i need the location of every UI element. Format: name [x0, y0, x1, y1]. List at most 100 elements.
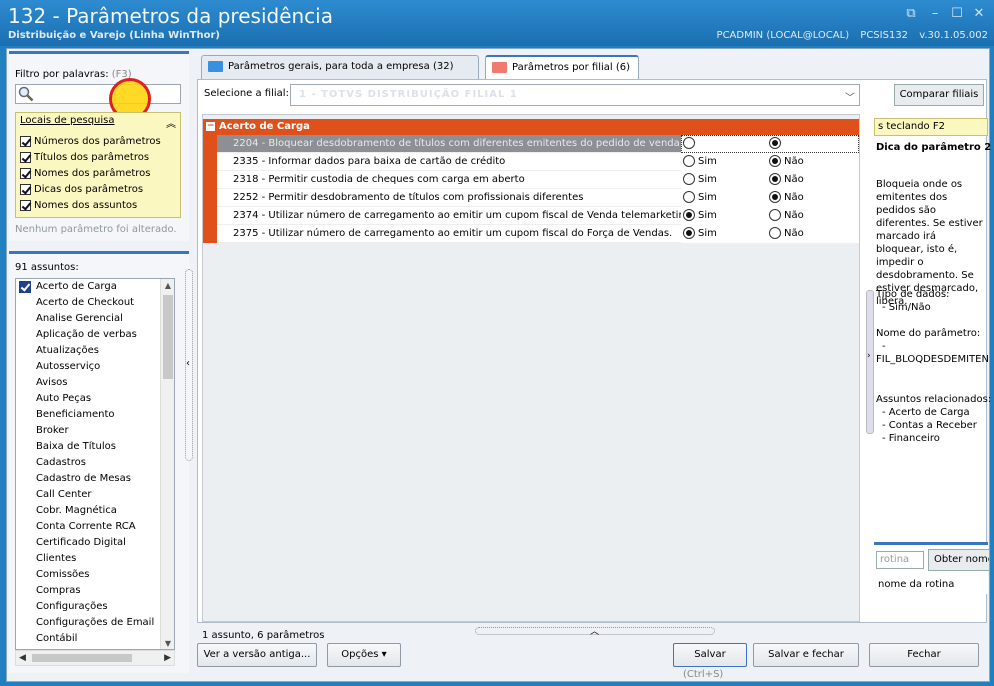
subject-item[interactable]: Autosserviço — [16, 359, 174, 375]
radio-nao[interactable]: Não — [769, 137, 804, 151]
radio-sim[interactable]: Sim — [683, 173, 717, 187]
checkbox-icon[interactable] — [19, 281, 31, 293]
subject-item[interactable]: Configurações — [16, 599, 174, 615]
subject-item[interactable]: Contábil — [16, 631, 174, 647]
left-splitter[interactable]: ‹ — [185, 269, 193, 461]
chevron-right-icon[interactable]: › — [867, 351, 871, 361]
chevron-up-icon[interactable]: ︿ — [590, 624, 599, 637]
minimize-icon[interactable]: – — [926, 6, 944, 22]
location-option[interactable]: Nomes dos parâmetros — [20, 165, 161, 181]
close-button[interactable]: Fechar — [869, 643, 979, 667]
radio-icon[interactable] — [683, 227, 695, 239]
subject-item[interactable]: Comissões — [16, 567, 174, 583]
restore-icon[interactable]: ⧉ — [902, 6, 920, 22]
subject-item[interactable]: Atualizações — [16, 343, 174, 359]
collapse-icon[interactable]: ︽ — [166, 115, 176, 130]
subject-item[interactable]: Conta Corrente RCA — [16, 519, 174, 535]
radio-icon[interactable] — [683, 191, 695, 203]
parameter-row[interactable]: 2335 - Informar dados para baixa de cart… — [217, 153, 859, 171]
radio-nao[interactable]: Não — [769, 173, 804, 187]
radio-icon[interactable] — [683, 155, 695, 167]
radio-nao[interactable]: Não — [769, 191, 804, 205]
radio-icon[interactable] — [769, 155, 781, 167]
radio-icon[interactable] — [769, 191, 781, 203]
subject-item[interactable]: Broker — [16, 423, 174, 439]
subject-item[interactable]: Cadastros — [16, 455, 174, 471]
tab-branch-params[interactable]: Parâmetros por filial (6) — [485, 55, 639, 79]
scroll-down-icon[interactable]: ▼ — [161, 637, 174, 649]
related-item: - Acerto de Carga — [882, 407, 970, 418]
scroll-right-icon[interactable]: ▶ — [164, 651, 171, 665]
radio-icon[interactable] — [769, 173, 781, 185]
subject-item[interactable]: Beneficiamento — [16, 407, 174, 423]
scroll-thumb[interactable] — [163, 295, 173, 379]
parameter-row[interactable]: 2252 - Permitir desdobramento de títulos… — [217, 189, 859, 207]
options-button[interactable]: Opções ▾ — [327, 643, 401, 667]
subject-item[interactable]: Analise Gerencial — [16, 311, 174, 327]
subject-item[interactable]: Call Center — [16, 487, 174, 503]
subject-item[interactable]: Acerto de Checkout — [16, 295, 174, 311]
checkbox-icon[interactable] — [20, 135, 31, 147]
location-option[interactable]: Títulos dos parâmetros — [20, 149, 161, 165]
close-icon[interactable]: ✕ — [970, 6, 988, 22]
old-version-button[interactable]: Ver a versão antiga... — [197, 643, 317, 667]
bottom-splitter[interactable]: ︿ — [475, 624, 715, 637]
radio-sim[interactable]: Sim — [683, 227, 717, 241]
chevron-down-icon[interactable]: ﹀ — [845, 89, 855, 104]
collapse-group-icon[interactable]: − — [206, 122, 215, 131]
group-header[interactable]: − Acerto de Carga — [203, 119, 859, 135]
location-option[interactable]: Números dos parâmetros — [20, 133, 161, 149]
get-name-button[interactable]: Obter nome — [928, 549, 990, 571]
chevron-left-icon[interactable]: ‹ — [186, 358, 190, 369]
subject-item[interactable]: Compras — [16, 583, 174, 599]
radio-sim[interactable]: Sim — [683, 191, 717, 205]
subject-item[interactable]: Configurações de Email — [16, 615, 174, 631]
subject-item[interactable]: Avisos — [16, 375, 174, 391]
radio-icon[interactable] — [683, 209, 695, 221]
radio-sim[interactable]: Sim — [683, 209, 717, 223]
subjects-list[interactable]: Acerto de Carga Acerto de Checkout Analise… — [15, 278, 175, 650]
radio-sim[interactable]: Sim — [683, 155, 717, 169]
subject-item[interactable]: Acerto de Carga — [16, 279, 174, 295]
radio-icon[interactable] — [683, 173, 695, 185]
tab-general-params[interactable]: Parâmetros gerais, para toda a empresa (… — [201, 55, 479, 79]
parameter-row[interactable]: 2374 - Utilizar número de carregamento a… — [217, 207, 859, 225]
filial-select[interactable]: 1 - TOTVS DISTRIBUIÇÃO FILIAL 1 ﹀ — [290, 84, 860, 106]
radio-icon[interactable] — [769, 227, 781, 239]
subject-item[interactable]: Certificado Digital — [16, 535, 174, 551]
vertical-scrollbar[interactable]: ▲ ▼ — [160, 279, 174, 649]
rotina-input[interactable]: rotina — [876, 551, 924, 569]
location-option[interactable]: Nomes dos assuntos — [20, 197, 161, 213]
radio-sim[interactable]: Sim — [683, 137, 717, 151]
location-option[interactable]: Dicas dos parâmetros — [20, 181, 161, 197]
subject-item[interactable]: Auto Peças — [16, 391, 174, 407]
subject-item[interactable]: Cadastro de Mesas — [16, 471, 174, 487]
subject-item[interactable]: Aplicação de verbas — [16, 327, 174, 343]
subject-item[interactable]: Clientes — [16, 551, 174, 567]
scroll-thumb[interactable] — [32, 654, 132, 662]
radio-icon[interactable] — [769, 209, 781, 221]
scroll-up-icon[interactable]: ▲ — [161, 279, 174, 293]
subject-item[interactable]: Baixa de Títulos — [16, 439, 174, 455]
scroll-left-icon[interactable]: ◀ — [19, 651, 26, 665]
radio-icon[interactable] — [683, 137, 695, 149]
checkbox-icon[interactable] — [20, 151, 31, 163]
radio-icon[interactable] — [769, 137, 781, 149]
radio-nao[interactable]: Não — [769, 209, 804, 223]
save-button[interactable]: Salvar — [673, 643, 747, 667]
search-input[interactable] — [15, 84, 181, 104]
maximize-icon[interactable]: ☐ — [948, 6, 966, 22]
horizontal-scrollbar[interactable]: ◀ ▶ — [15, 650, 175, 666]
checkbox-icon[interactable] — [20, 183, 31, 195]
parameter-row[interactable]: 2204 - Bloquear desdobramento de títulos… — [217, 135, 859, 153]
right-splitter[interactable]: › — [866, 290, 874, 434]
compare-branches-button[interactable]: Comparar filiais — [894, 84, 984, 106]
radio-nao[interactable]: Não — [769, 155, 804, 169]
checkbox-icon[interactable] — [20, 199, 31, 211]
radio-nao[interactable]: Não — [769, 227, 804, 241]
parameter-row[interactable]: 2318 - Permitir custodia de cheques com … — [217, 171, 859, 189]
parameter-row[interactable]: 2375 - Utilizar número de carregamento a… — [217, 225, 859, 243]
checkbox-icon[interactable] — [20, 167, 31, 179]
subject-item[interactable]: Cobr. Magnética — [16, 503, 174, 519]
save-and-close-button[interactable]: Salvar e fechar — [753, 643, 859, 667]
